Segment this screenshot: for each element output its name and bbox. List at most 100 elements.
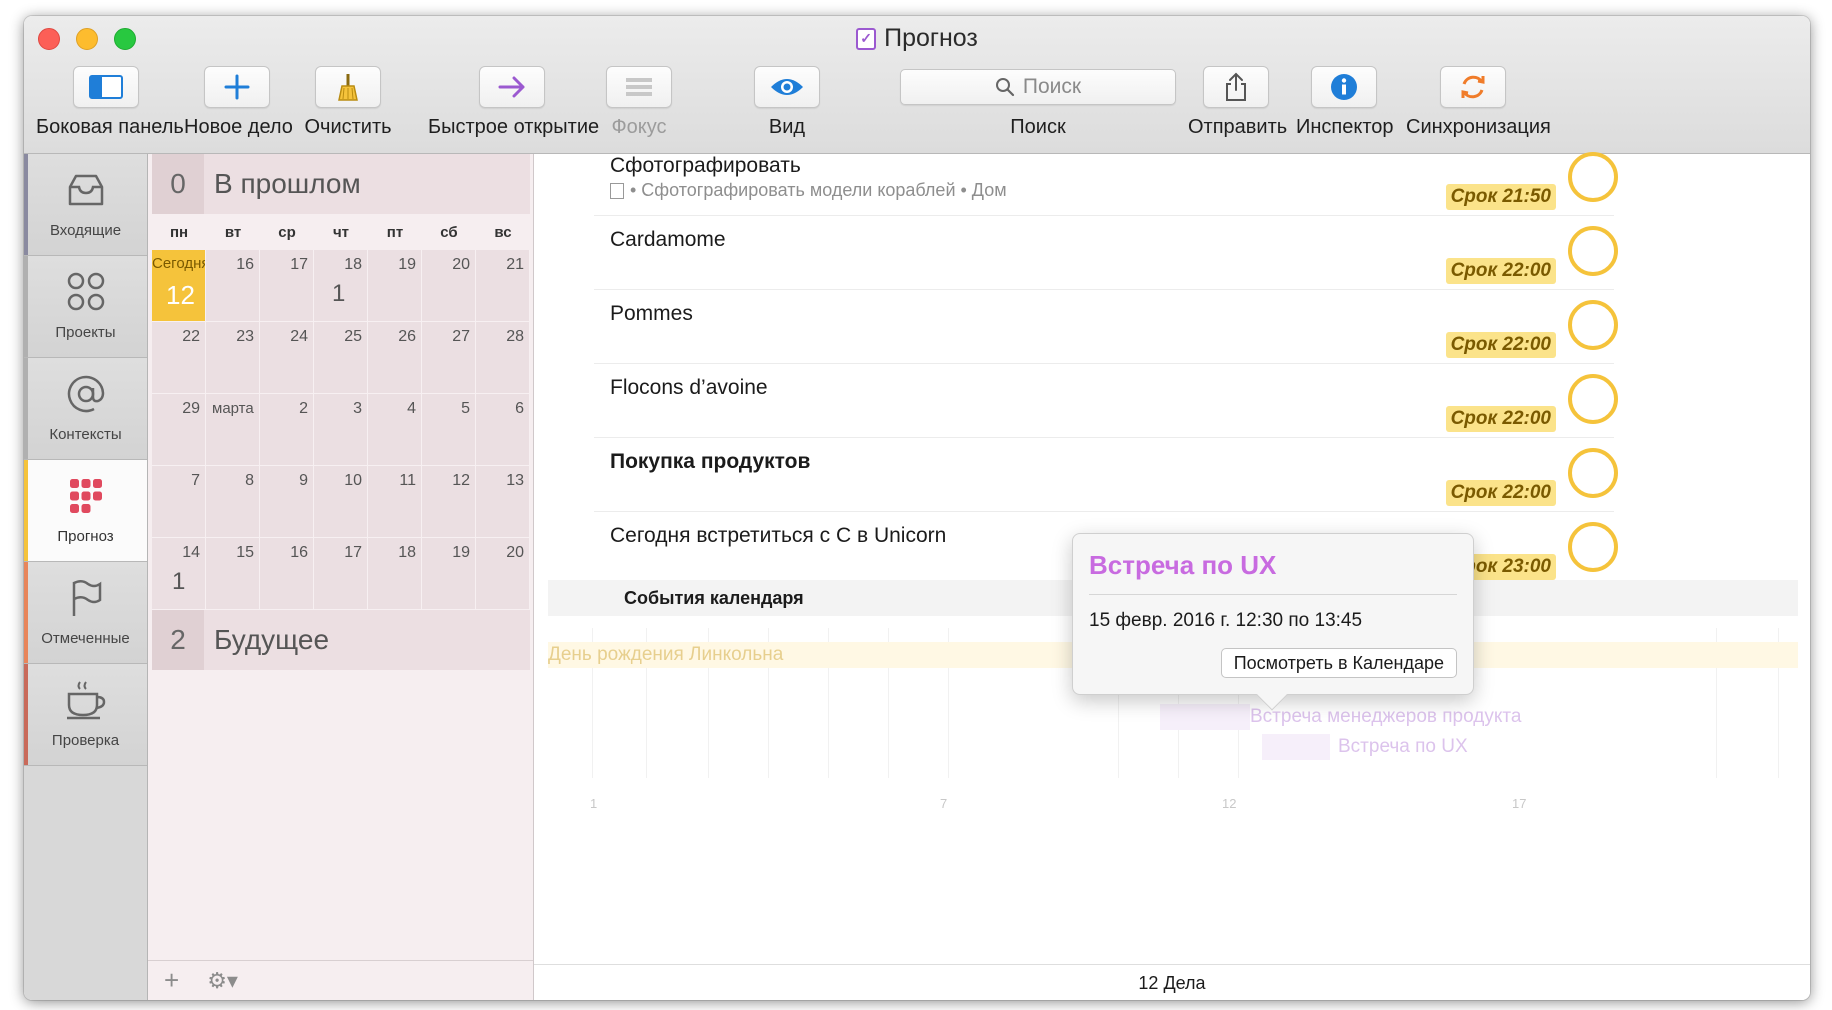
view-tool[interactable]: Вид bbox=[754, 66, 820, 139]
task-checkbox[interactable] bbox=[1568, 300, 1618, 350]
calendar-day[interactable]: 7 bbox=[152, 466, 206, 538]
task-row[interactable]: Сфотографировать • Сфотографировать моде… bbox=[594, 142, 1618, 216]
calendar-day[interactable]: 5 bbox=[422, 394, 476, 466]
task-checkbox[interactable] bbox=[1568, 152, 1618, 202]
perspective-projects[interactable]: Проекты bbox=[24, 256, 147, 358]
projects-icon bbox=[67, 272, 104, 311]
past-row[interactable]: 0 В прошлом bbox=[152, 154, 530, 214]
inbox-icon bbox=[68, 174, 103, 206]
task-row[interactable]: Покупка продуктов Срок 22:00 bbox=[594, 438, 1618, 512]
weekday-label: вт bbox=[224, 224, 242, 241]
calendar-day[interactable]: 6 bbox=[476, 394, 530, 466]
focus-tool[interactable]: Фокус bbox=[604, 66, 674, 139]
calendar-day[interactable]: 19 bbox=[368, 250, 422, 322]
sync-button[interactable] bbox=[1440, 66, 1506, 108]
search-input[interactable]: Поиск bbox=[900, 69, 1176, 105]
gear-menu-icon[interactable]: ⚙▾ bbox=[207, 968, 238, 994]
calendar-day[interactable]: 2 bbox=[260, 394, 314, 466]
sidebar-toggle-button[interactable] bbox=[73, 66, 139, 108]
calendar-day[interactable]: 15 bbox=[206, 538, 260, 610]
calendar-day[interactable]: 26 bbox=[368, 322, 422, 394]
view-in-calendar-button[interactable]: Посмотреть в Календаре bbox=[1220, 648, 1457, 678]
task-row[interactable]: Cardamome Срок 22:00 bbox=[594, 216, 1618, 290]
calendar-day[interactable]: 17 bbox=[314, 538, 368, 610]
inspector-button[interactable] bbox=[1311, 66, 1377, 108]
calendar-day[interactable]: 24 bbox=[260, 322, 314, 394]
calendar-day[interactable]: 20 bbox=[476, 538, 530, 610]
calendar-day[interactable]: 10 bbox=[314, 466, 368, 538]
calendar-day[interactable]: 25 bbox=[314, 322, 368, 394]
new-task-tool[interactable]: Новое дело bbox=[184, 66, 293, 139]
task-checkbox[interactable] bbox=[1568, 522, 1618, 572]
popover-title: Встреча по UX bbox=[1089, 550, 1277, 580]
day-number: 3 bbox=[353, 400, 362, 417]
calendar-day[interactable]: 16 bbox=[206, 250, 260, 322]
day-number: 18 bbox=[344, 256, 362, 273]
calendar-day[interactable]: 22 bbox=[152, 322, 206, 394]
task-note: • Сфотографировать модели кораблей • Дом bbox=[610, 180, 1007, 201]
focus-button[interactable] bbox=[606, 66, 672, 108]
event-ux-meeting[interactable]: Встреча по UX bbox=[1338, 736, 1468, 758]
calendar-day[interactable]: 19 bbox=[422, 538, 476, 610]
perspective-inbox[interactable]: Входящие bbox=[24, 154, 147, 256]
perspective-review[interactable]: Проверка bbox=[24, 664, 147, 766]
calendar-day[interactable]: 17 bbox=[260, 250, 314, 322]
calendar-day[interactable]: 3 bbox=[314, 394, 368, 466]
view-button[interactable] bbox=[754, 66, 820, 108]
perspective-flagged[interactable]: Отмеченные bbox=[24, 562, 147, 664]
due-badge: Срок 22:00 bbox=[1445, 332, 1556, 358]
calendar-day[interactable]: 16 bbox=[260, 538, 314, 610]
quick-open-tool[interactable]: Быстрое открытие bbox=[428, 66, 599, 139]
calendar-day[interactable]: 21 bbox=[476, 250, 530, 322]
day-number: 29 bbox=[182, 400, 200, 417]
calendar-footer: + ⚙▾ bbox=[148, 960, 533, 1000]
calendar-day[interactable]: 23 bbox=[206, 322, 260, 394]
calendar-day[interactable]: 28 bbox=[476, 322, 530, 394]
perspective-forecast[interactable]: Прогноз bbox=[24, 460, 147, 562]
event-bar bbox=[1262, 734, 1330, 760]
forecast-icon bbox=[69, 479, 102, 513]
calendar-day[interactable]: 29 bbox=[152, 394, 206, 466]
task-title: Покупка продуктов bbox=[610, 450, 811, 473]
day-number: 19 bbox=[398, 256, 416, 273]
sidebar-toggle-tool[interactable]: Боковая панель bbox=[36, 66, 184, 139]
future-row[interactable]: 2 Будущее bbox=[152, 610, 530, 670]
calendar-day[interactable]: 27 bbox=[422, 322, 476, 394]
day-number: 23 bbox=[236, 328, 254, 345]
task-checkbox[interactable] bbox=[1568, 448, 1618, 498]
task-checkbox[interactable] bbox=[1568, 226, 1618, 276]
calendar-day[interactable]: 4 bbox=[368, 394, 422, 466]
event-bar bbox=[1160, 704, 1250, 730]
share-button[interactable] bbox=[1203, 66, 1269, 108]
calendar-day[interactable]: 20 bbox=[422, 250, 476, 322]
share-tool[interactable]: Отправить bbox=[1188, 66, 1287, 139]
task-row[interactable]: Pommes Срок 22:00 bbox=[594, 290, 1618, 364]
add-icon[interactable]: + bbox=[164, 965, 179, 996]
calendar-day-today[interactable]: Сегодня 12 bbox=[152, 250, 206, 322]
calendar-day[interactable]: 9 bbox=[260, 466, 314, 538]
day-number: 22 bbox=[182, 328, 200, 345]
task-checkbox[interactable] bbox=[1568, 374, 1618, 424]
weekday-label: чт bbox=[332, 224, 350, 241]
perspective-stripe bbox=[24, 358, 28, 459]
sync-tool[interactable]: Синхронизация bbox=[1406, 66, 1551, 139]
calendar-day[interactable]: марта bbox=[206, 394, 260, 466]
calendar-day[interactable]: 8 bbox=[206, 466, 260, 538]
event-product-managers[interactable]: Встреча менеджеров продукта bbox=[1250, 706, 1521, 728]
calendar-day[interactable]: 11 bbox=[368, 466, 422, 538]
popover-divider bbox=[1089, 594, 1457, 595]
today-label: Сегодня bbox=[152, 255, 205, 272]
new-task-button[interactable] bbox=[204, 66, 270, 108]
day-number: 20 bbox=[506, 544, 524, 561]
clean-up-tool[interactable]: Очистить bbox=[300, 66, 396, 139]
quick-open-button[interactable] bbox=[479, 66, 545, 108]
perspective-contexts[interactable]: Контексты bbox=[24, 358, 147, 460]
inspector-tool[interactable]: Инспектор bbox=[1296, 66, 1394, 139]
task-row[interactable]: Flocons d’avoine Срок 22:00 bbox=[594, 364, 1618, 438]
calendar-day[interactable]: 18 1 bbox=[314, 250, 368, 322]
clean-up-button[interactable] bbox=[315, 66, 381, 108]
calendar-day[interactable]: 13 bbox=[476, 466, 530, 538]
calendar-day[interactable]: 14 1 bbox=[152, 538, 206, 610]
calendar-day[interactable]: 12 bbox=[422, 466, 476, 538]
calendar-day[interactable]: 18 bbox=[368, 538, 422, 610]
